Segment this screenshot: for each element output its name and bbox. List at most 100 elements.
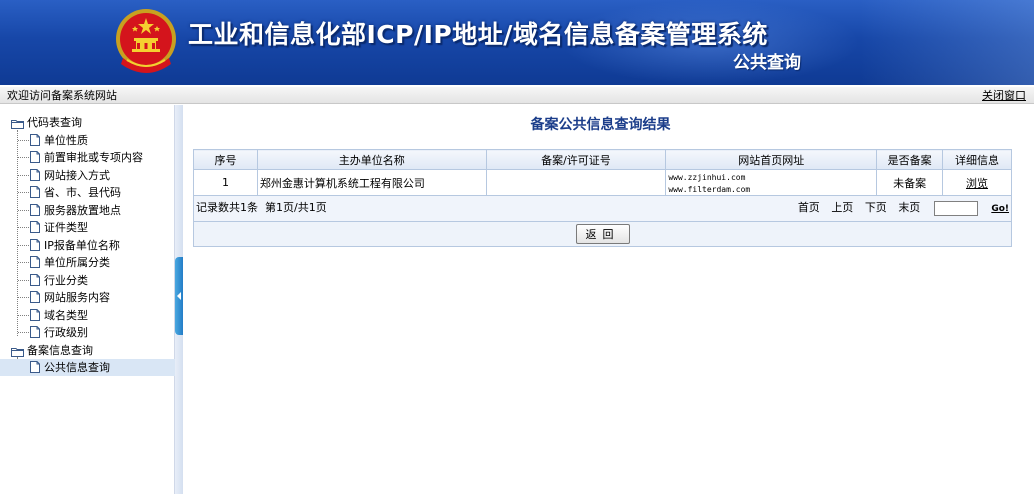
welcome-text: 欢迎访问备案系统网站	[7, 89, 117, 102]
page-number-input[interactable]	[933, 200, 978, 216]
button-row: 返回	[193, 221, 1012, 247]
go-button[interactable]: Go!	[991, 204, 1009, 214]
column-header-status: 是否备案	[876, 149, 944, 170]
folder-icon	[11, 117, 24, 129]
sidebar-group-label: 代码表查询	[27, 116, 82, 129]
sidebar-item-0-10[interactable]: 域名类型	[30, 307, 88, 324]
sidebar-item-label: 单位所属分类	[44, 256, 110, 269]
page-icon	[30, 326, 40, 338]
last-page-link[interactable]: 末页	[898, 201, 920, 214]
welcome-bar: 欢迎访问备案系统网站 关闭窗口	[0, 87, 1034, 104]
sidebar-item-label: 省、市、县代码	[44, 186, 121, 199]
banner-title: 工业和信息化部ICP/IP地址/域名信息备案管理系统	[188, 20, 768, 49]
tree-connector	[18, 332, 29, 333]
first-page-link[interactable]: 首页	[798, 201, 820, 214]
row-url: www.zzjinhui.com	[668, 172, 746, 182]
button-cell: 返回	[193, 221, 1012, 247]
sidebar-item-label: 域名类型	[44, 308, 88, 322]
tree-connector	[18, 174, 29, 176]
sidebar-item-1-0[interactable]: 公共信息查询	[0, 359, 175, 376]
pager-row: 记录数共1条 第1页/共1页 首页 上页 下页 末页 Go!	[193, 195, 1012, 222]
tree-connector	[18, 262, 29, 263]
result-table: 序号 主办单位名称 备案/许可证号 网站首页网址 是否备案 详细信息 1 郑州金…	[193, 149, 1012, 247]
sidebar-item-0-11[interactable]: 行政级别	[30, 324, 88, 341]
row-detail-cell: 浏览	[942, 169, 1012, 196]
column-header-url: 网站首页网址	[665, 149, 878, 170]
row-urls: www.zzjinhui.com www.filterdam.com	[665, 169, 878, 196]
tree-connector	[18, 314, 29, 316]
column-header-org: 主办单位名称	[256, 149, 487, 170]
sidebar-item-0-6[interactable]: IP报备单位名称	[30, 237, 120, 254]
sidebar-item-label: 证件类型	[44, 221, 88, 234]
header-banner: 工业和信息化部ICP/IP地址/域名信息备案管理系统 公共查询	[0, 0, 1034, 85]
page-icon	[30, 273, 40, 286]
sidebar-item-label: IP报备单位名称	[44, 238, 120, 252]
sidebar-item-0-3[interactable]: 省、市、县代码	[30, 184, 121, 201]
row-status: 未备案	[876, 169, 944, 196]
tree-connector	[18, 279, 29, 281]
sidebar-item-0-0[interactable]: 单位性质	[30, 132, 88, 149]
banner-streak	[860, 0, 1034, 85]
main-content: 备案公共信息查询结果 序号 主办单位名称 备案/许可证号 网站首页网址 是否备案…	[183, 105, 1034, 494]
page-icon	[30, 203, 40, 216]
sidebar-item-label: 前置审批或专项内容	[44, 151, 143, 164]
tree-connector	[18, 157, 29, 158]
page-icon	[30, 256, 40, 268]
close-window-link[interactable]: 关闭窗口	[982, 89, 1026, 102]
sidebar-item-label: 网站服务内容	[44, 291, 110, 304]
banner-subtitle: 公共查询	[733, 53, 801, 73]
sidebar-item-0-7[interactable]: 单位所属分类	[30, 254, 110, 271]
page-icon	[30, 238, 40, 251]
sidebar-group-label: 备案信息查询	[27, 343, 93, 357]
tree-connector	[18, 227, 29, 228]
sidebar-item-0-4[interactable]: 服务器放置地点	[30, 202, 121, 219]
pager-controls: 首页 上页 下页 末页 Go!	[794, 196, 1009, 221]
view-detail-link[interactable]: 浏览	[966, 177, 988, 190]
sidebar-item-0-9[interactable]: 网站服务内容	[30, 289, 110, 306]
row-license	[485, 169, 667, 196]
folder-icon	[11, 345, 24, 357]
sidebar-item-label: 单位性质	[44, 133, 88, 147]
sidebar-item-label: 公共信息查询	[44, 361, 110, 374]
tree-connector	[18, 192, 29, 193]
national-emblem-icon	[116, 9, 176, 73]
sidebar-tree: 代码表查询单位性质前置审批或专项内容 网站接入方式 省、市、县代码 服务器放置地点 证件…	[0, 105, 175, 494]
table-header-row: 序号 主办单位名称 备案/许可证号 网站首页网址 是否备案 详细信息	[193, 149, 1012, 170]
sidebar-group-0[interactable]: 代码表查询	[11, 114, 82, 131]
page-icon	[30, 291, 40, 303]
column-header-license: 备案/许可证号	[485, 149, 667, 170]
next-page-link[interactable]: 下页	[865, 201, 887, 214]
tree-connector	[18, 244, 29, 246]
prev-page-link[interactable]: 上页	[831, 201, 853, 214]
tree-connector	[18, 209, 29, 211]
column-header-index: 序号	[193, 149, 258, 170]
page-icon	[30, 151, 40, 163]
page-icon	[30, 361, 40, 373]
tree-connector	[17, 130, 18, 336]
collapse-arrow-icon	[177, 292, 181, 300]
tree-connector	[18, 139, 29, 141]
row-index: 1	[193, 169, 258, 196]
table-row: 1 郑州金惠计算机系统工程有限公司 www.zzjinhui.com www.f…	[193, 169, 1012, 196]
tree-connector	[18, 297, 29, 298]
page-icon	[30, 308, 40, 321]
page-icon	[30, 133, 40, 146]
row-org-name: 郑州金惠计算机系统工程有限公司	[256, 169, 487, 196]
sidebar-item-label: 网站接入方式	[44, 168, 110, 182]
sidebar-item-0-8[interactable]: 行业分类	[30, 272, 88, 289]
sidebar-item-label: 行政级别	[44, 326, 88, 339]
column-header-detail: 详细信息	[942, 149, 1012, 170]
pager-cell: 记录数共1条 第1页/共1页 首页 上页 下页 末页 Go!	[193, 195, 1012, 222]
result-title: 备案公共信息查询结果	[530, 117, 671, 133]
sidebar-item-0-1[interactable]: 前置审批或专项内容	[30, 149, 143, 166]
page-icon	[30, 221, 40, 233]
record-count-info: 记录数共1条 第1页/共1页	[196, 201, 327, 214]
sidebar-item-label: 行业分类	[44, 273, 88, 287]
sidebar-group-1[interactable]: 备案信息查询	[11, 342, 93, 359]
row-url: www.filterdam.com	[668, 184, 751, 194]
sidebar-item-0-2[interactable]: 网站接入方式	[30, 167, 110, 184]
back-button[interactable]: 返回	[575, 224, 630, 244]
sidebar-item-0-5[interactable]: 证件类型	[30, 219, 88, 236]
page-icon	[30, 186, 40, 198]
sidebar-item-label: 服务器放置地点	[44, 203, 121, 217]
